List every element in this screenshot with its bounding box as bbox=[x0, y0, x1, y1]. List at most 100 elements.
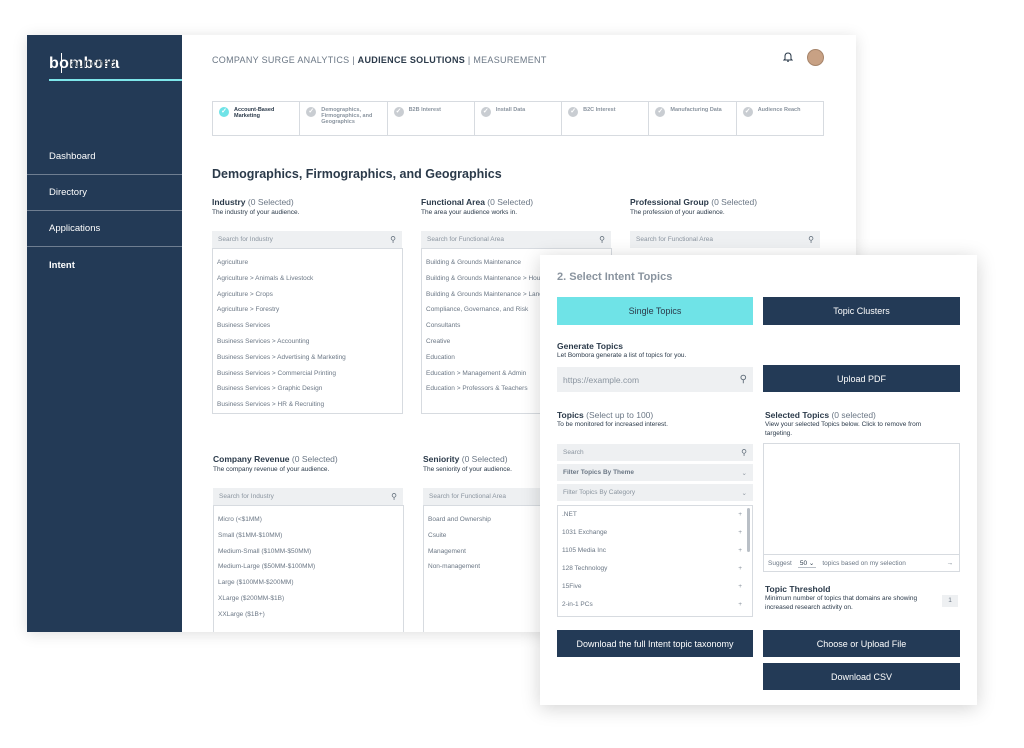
professional-search-input[interactable]: Search for Functional Area ⚲ bbox=[630, 231, 820, 248]
topics-search-input[interactable]: Search ⚲ bbox=[557, 444, 753, 461]
list-item-label: XLarge ($200MM-$1B) bbox=[218, 594, 285, 602]
sidebar-item-intent[interactable]: Intent bbox=[27, 247, 182, 283]
step-label: Install Data bbox=[495, 107, 526, 113]
functional-heading: Functional Area (0 Selected) bbox=[421, 197, 533, 207]
avatar[interactable] bbox=[807, 49, 824, 66]
revenue-title: Company Revenue bbox=[213, 454, 290, 464]
logo-underline bbox=[49, 79, 182, 81]
functional-desc: The area your audience works in. bbox=[421, 209, 518, 216]
step-b2c-interest[interactable]: ✓ B2C Interest bbox=[562, 102, 650, 135]
list-item[interactable]: Agriculture > Animals & Livestock bbox=[213, 271, 402, 287]
step-label: Manufacturing Data bbox=[670, 107, 722, 113]
plus-icon[interactable]: + bbox=[738, 578, 742, 596]
list-item[interactable]: Business Services > HR & Recruiting bbox=[213, 397, 402, 413]
bell-icon[interactable] bbox=[783, 52, 793, 63]
step-label: Audience Reach bbox=[757, 107, 801, 113]
list-item[interactable]: Micro (<$1MM) bbox=[214, 512, 403, 528]
list-item-label: Small ($1MM-$10MM) bbox=[218, 531, 283, 539]
list-item-label: XXLarge ($1B+) bbox=[218, 610, 265, 618]
sidebar-item-label: Applications bbox=[49, 223, 101, 234]
page-title: Demographics, Firmographics, and Geograp… bbox=[212, 167, 502, 181]
sidebar-item-label: Dashboard bbox=[49, 151, 96, 162]
upload-pdf-button[interactable]: Upload PDF bbox=[763, 365, 960, 392]
list-item-label: Board and Ownership bbox=[428, 516, 491, 523]
list-item-label: Business Services > Accounting bbox=[217, 337, 310, 345]
list-item[interactable]: Agriculture > Crops bbox=[213, 287, 402, 303]
list-item[interactable]: Medium-Small ($10MM-$50MM) bbox=[214, 544, 403, 560]
topic-item[interactable]: 128 Technology + bbox=[558, 560, 752, 578]
list-item[interactable]: Large ($100MM-$200MM) bbox=[214, 575, 403, 591]
list-item[interactable]: XXLarge ($1B+) bbox=[214, 607, 403, 623]
plus-icon[interactable]: + bbox=[738, 524, 742, 542]
industry-list: Agriculture Agriculture > Animals & Lives… bbox=[212, 248, 403, 414]
single-topics-tab[interactable]: Single Topics bbox=[557, 297, 753, 325]
topic-item[interactable]: .NET + bbox=[558, 506, 752, 524]
sidebar-item-applications[interactable]: Applications bbox=[27, 211, 182, 247]
topic-item[interactable]: 2-in-1 PCs + bbox=[558, 596, 752, 614]
list-item[interactable]: Small ($1MM-$10MM) bbox=[214, 528, 403, 544]
topic-item[interactable]: 15Five + bbox=[558, 578, 752, 596]
list-item[interactable]: Business Services > Accounting bbox=[213, 334, 402, 350]
threshold-desc: Minimum number of topics that domains ar… bbox=[765, 595, 918, 611]
step-install-data[interactable]: ✓ Install Data bbox=[475, 102, 563, 135]
arrow-right-icon[interactable]: → bbox=[947, 560, 954, 567]
step-demographics[interactable]: ✓ Demographics, Firmographics, and Geogra… bbox=[300, 102, 388, 135]
screen: bombora launched Dashboard Directory App… bbox=[0, 0, 1024, 748]
generate-topics-title: Generate Topics bbox=[557, 341, 623, 351]
list-item-label: Agriculture > Forestry bbox=[217, 306, 280, 314]
list-item-label: Non-management bbox=[428, 563, 481, 571]
revenue-search-placeholder: Search for Industry bbox=[219, 493, 274, 500]
list-item[interactable]: Medium-Large ($50MM-$100MM) bbox=[214, 559, 403, 575]
step-b2b-interest[interactable]: ✓ B2B Interest bbox=[388, 102, 475, 135]
search-icon: ⚲ bbox=[808, 235, 814, 244]
step-audience-reach[interactable]: ✓ Audience Reach bbox=[737, 102, 823, 135]
industry-search-placeholder: Search for Industry bbox=[218, 236, 273, 243]
download-csv-button[interactable]: Download CSV bbox=[763, 663, 960, 690]
check-icon: ✓ bbox=[568, 107, 579, 117]
step-account-based-marketing[interactable]: ✓ Account-Based Marketing bbox=[213, 102, 301, 135]
topics-list: .NET +1031 Exchange +1105 Media Inc +128 Te… bbox=[557, 505, 753, 617]
topic-item[interactable]: 1105 Media Inc + bbox=[558, 542, 752, 560]
filter-category-select[interactable]: Filter Topics By Category ⌄ bbox=[557, 484, 753, 501]
download-taxonomy-button[interactable]: Download the full Intent topic taxonomy bbox=[557, 630, 753, 657]
url-input[interactable]: https://example.com ⚲ bbox=[557, 367, 753, 392]
threshold-input[interactable]: 1 bbox=[942, 595, 958, 607]
topics-title: Topics bbox=[557, 410, 584, 420]
sidebar-item-directory[interactable]: Directory bbox=[27, 175, 182, 211]
list-item-label: Medium-Large ($50MM-$100MM) bbox=[218, 563, 316, 571]
topic-clusters-tab[interactable]: Topic Clusters bbox=[763, 297, 960, 325]
plus-icon[interactable]: + bbox=[738, 542, 742, 560]
industry-search-input[interactable]: Search for Industry ⚲ bbox=[212, 231, 402, 248]
list-item[interactable]: Agriculture bbox=[213, 255, 402, 271]
list-item[interactable]: Business Services > Graphic Design bbox=[213, 381, 402, 397]
functional-search-input[interactable]: Search for Functional Area ⚲ bbox=[421, 231, 611, 248]
list-item[interactable]: Business Services > Advertising & Market… bbox=[213, 350, 402, 366]
selected-topics-desc: View your selected Topics below. Click t… bbox=[765, 421, 922, 437]
topnav-left[interactable]: COMPANY SURGE ANALYTICS | bbox=[212, 55, 358, 65]
topnav-active[interactable]: AUDIENCE SOLUTIONS bbox=[358, 55, 465, 65]
step-manufacturing-data[interactable]: ✓ Manufacturing Data bbox=[649, 102, 737, 135]
list-item[interactable]: Business Services > Commercial Printing bbox=[213, 366, 402, 382]
revenue-search-input[interactable]: Search for Industry ⚲ bbox=[213, 488, 403, 505]
search-icon: ⚲ bbox=[390, 235, 396, 244]
topic-item[interactable]: 1031 Exchange + bbox=[558, 524, 752, 542]
selected-topics-heading: Selected Topics (0 selected) bbox=[765, 410, 876, 420]
choose-file-button[interactable]: Choose or Upload File bbox=[763, 630, 960, 657]
topnav-right[interactable]: | MEASUREMENT bbox=[465, 55, 547, 65]
selected-topics-box: Suggest 50 ⌄ topics based on my selectio… bbox=[763, 443, 960, 572]
sidebar: bombora launched Dashboard Directory App… bbox=[27, 35, 182, 632]
plus-icon[interactable]: + bbox=[738, 506, 742, 524]
revenue-heading: Company Revenue (0 Selected) bbox=[213, 454, 338, 464]
sidebar-item-label: Intent bbox=[49, 259, 75, 271]
list-item[interactable]: Business Services bbox=[213, 318, 402, 334]
filter-theme-select[interactable]: Filter Topics By Theme ⌄ bbox=[557, 464, 753, 481]
list-item[interactable]: XLarge ($200MM-$1B) bbox=[214, 591, 403, 607]
plus-icon[interactable]: + bbox=[738, 560, 742, 578]
suggest-count-select[interactable]: 50 ⌄ bbox=[797, 559, 817, 568]
suggest-row: Suggest 50 ⌄ topics based on my selectio… bbox=[764, 554, 959, 571]
list-item[interactable]: Agriculture > Forestry bbox=[213, 302, 402, 318]
plus-icon[interactable]: + bbox=[738, 596, 742, 614]
sidebar-item-dashboard[interactable]: Dashboard bbox=[27, 139, 182, 175]
list-item-label: Creative bbox=[426, 337, 451, 345]
functional-search-placeholder: Search for Functional Area bbox=[427, 236, 504, 243]
